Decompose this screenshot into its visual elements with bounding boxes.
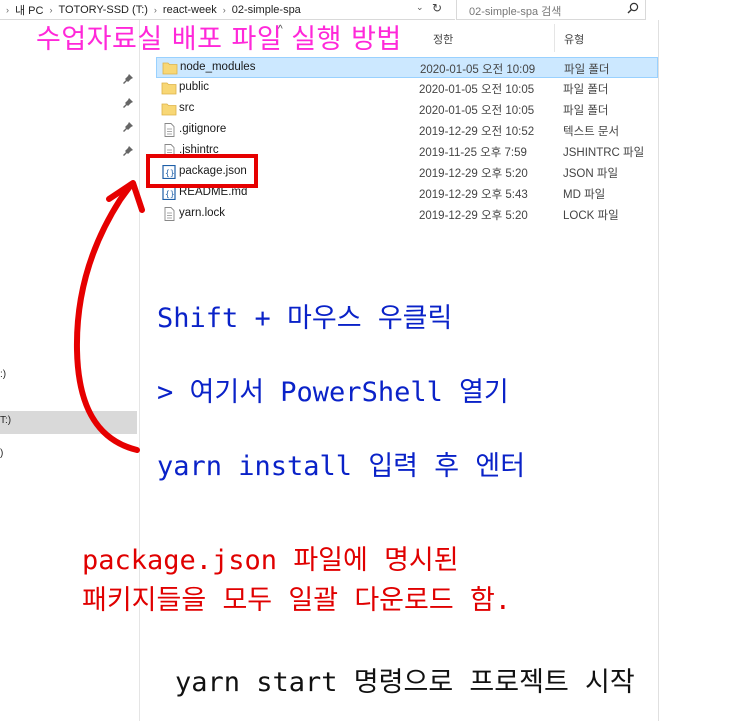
nav-item-selected-drive[interactable]: T:) <box>0 411 137 434</box>
file-date: 2019-12-29 오후 5:20 <box>419 210 528 222</box>
file-date: 2020-01-05 오전 10:09 <box>420 64 536 76</box>
file-type: LOCK 파일 <box>563 210 619 222</box>
breadcrumb-separator-icon: › <box>49 4 53 15</box>
file-row-node-modules[interactable]: node_modules 2020-01-05 오전 10:09 파일 폴더 <box>156 57 658 78</box>
folder-icon <box>162 61 178 75</box>
breadcrumb-separator-icon: › <box>6 4 9 15</box>
breadcrumb-drive[interactable]: TOTORY-SSD (T:) <box>55 4 150 16</box>
breadcrumb-separator-icon: › <box>222 4 226 15</box>
nav-item-label: T:) <box>0 415 12 426</box>
pin-icon <box>123 122 133 132</box>
file-type: JSHINTRC 파일 <box>563 147 645 159</box>
annotation-note-line-2: 패키지들을 모두 일괄 다운로드 함. <box>82 585 512 616</box>
breadcrumb-react-week[interactable]: react-week <box>160 4 220 16</box>
file-type: 텍스트 문서 <box>563 126 620 138</box>
text-file-icon <box>161 207 177 221</box>
file-row-gitignore[interactable]: .gitignore 2019-12-29 오전 10:52 텍스트 문서 <box>156 120 658 141</box>
md-file-icon: {} <box>161 185 177 201</box>
breadcrumb-current-folder[interactable]: 02-simple-spa <box>229 4 304 16</box>
pin-icon <box>123 98 133 108</box>
file-type: MD 파일 <box>563 189 606 201</box>
breadcrumb-separator-icon: › <box>153 4 157 15</box>
search-input[interactable]: 02-simple-spa 검색 <box>456 0 646 20</box>
file-name: .gitignore <box>179 123 227 135</box>
chevron-down-icon[interactable]: ⌄ <box>416 2 428 13</box>
search-placeholder: 02-simple-spa 검색 <box>469 6 562 18</box>
file-row-yarn-lock[interactable]: yarn.lock 2019-12-29 오후 5:20 LOCK 파일 <box>156 204 658 225</box>
pin-icon <box>123 146 133 156</box>
search-icon[interactable] <box>627 2 639 14</box>
annotation-step-1: Shift + 마우스 우클릭 <box>157 303 453 334</box>
folder-icon <box>161 102 177 116</box>
highlight-box <box>146 154 258 188</box>
nav-item-drive[interactable]: :) <box>0 369 6 380</box>
text-file-icon <box>161 123 177 137</box>
refresh-icon[interactable]: ↻ <box>432 1 446 17</box>
nav-item-drive[interactable]: ) <box>0 448 3 459</box>
file-date: 2019-12-29 오후 5:20 <box>419 168 528 180</box>
folder-icon <box>161 81 177 95</box>
annotation-note-line-1: package.json 파일에 명시된 <box>82 545 459 576</box>
file-date: 2020-01-05 오전 10:05 <box>419 84 535 96</box>
file-date: 2019-12-29 오후 5:43 <box>419 189 528 201</box>
column-header-type[interactable]: 유형 <box>564 31 584 47</box>
file-row-public[interactable]: public 2020-01-05 오전 10:05 파일 폴더 <box>156 78 658 99</box>
file-name: yarn.lock <box>179 207 226 219</box>
file-type: 파일 폴더 <box>563 84 609 96</box>
file-name: public <box>179 81 210 93</box>
annotation-step-2: > 여기서 PowerShell 열기 <box>157 377 509 408</box>
pane-border <box>658 20 659 721</box>
svg-text:{}: {} <box>165 190 175 199</box>
breadcrumb-this-pc[interactable]: 내 PC <box>12 2 46 18</box>
file-name: src <box>179 102 195 114</box>
column-divider[interactable] <box>554 24 555 52</box>
annotation-step-3: yarn install 입력 후 엔터 <box>157 451 526 482</box>
file-date: 2019-12-29 오전 10:52 <box>419 126 535 138</box>
file-row-src[interactable]: src 2020-01-05 오전 10:05 파일 폴더 <box>156 99 658 120</box>
file-date: 2019-11-25 오후 7:59 <box>419 147 527 159</box>
file-type: 파일 폴더 <box>563 105 609 117</box>
annotation-step-4: yarn start 명령으로 프로젝트 시작 <box>175 667 635 698</box>
file-type: 파일 폴더 <box>564 64 610 76</box>
file-date: 2020-01-05 오전 10:05 <box>419 105 535 117</box>
pin-icon <box>123 74 133 84</box>
annotation-title: 수업자료실 배포 파일 실행 방법 <box>36 24 402 55</box>
file-type: JSON 파일 <box>563 168 619 180</box>
file-name: node_modules <box>180 61 256 73</box>
column-header-date[interactable]: 정한 <box>433 31 453 47</box>
